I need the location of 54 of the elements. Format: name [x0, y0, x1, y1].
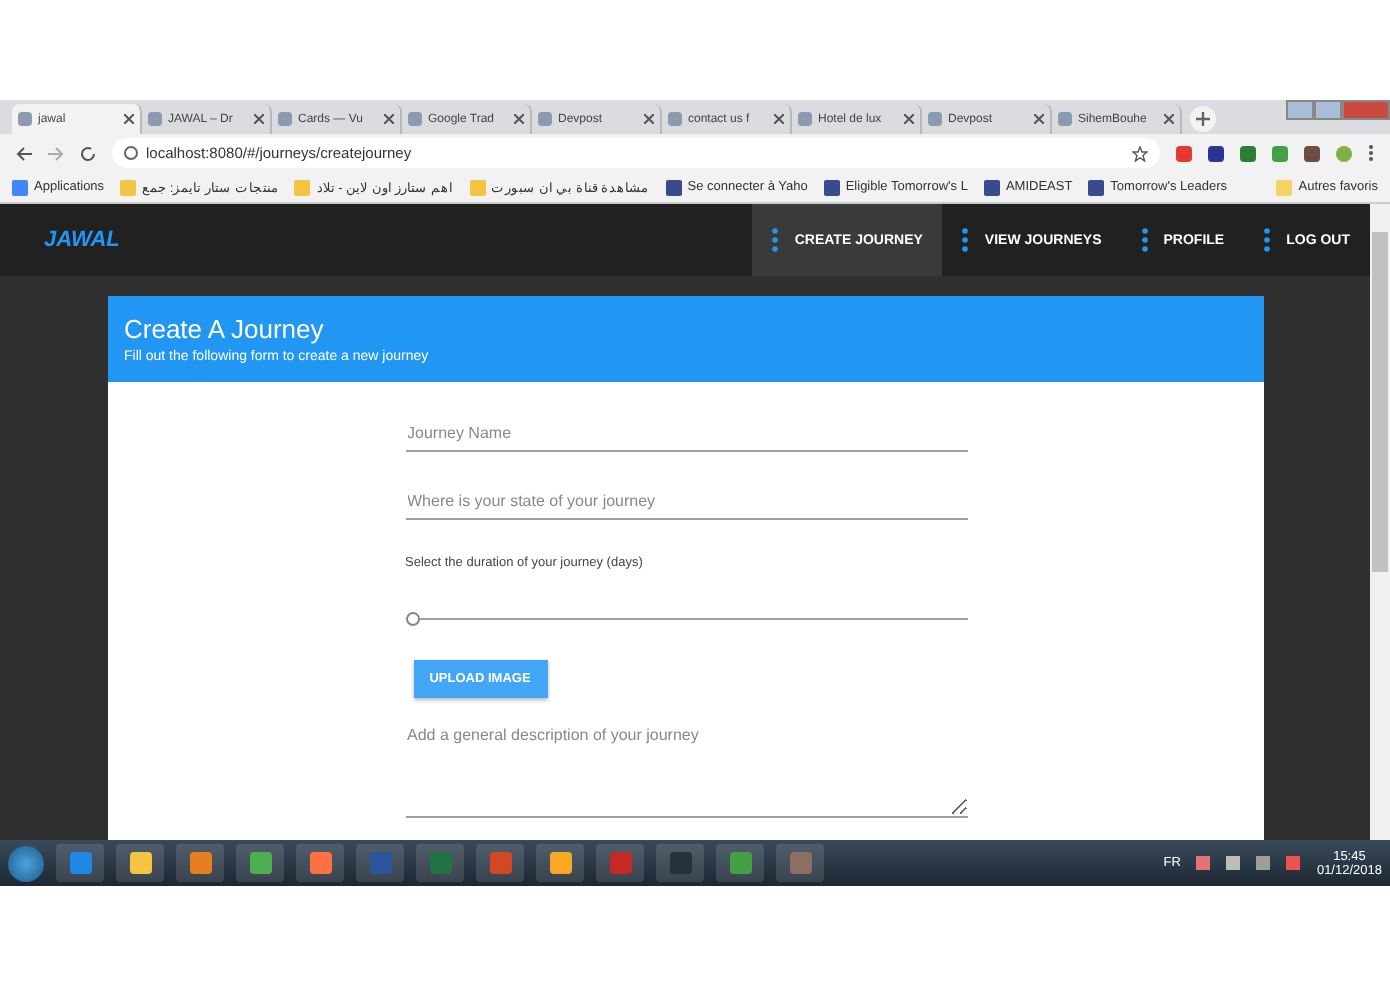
dots-icon: [1264, 228, 1271, 252]
bookmark-icon: [823, 179, 840, 195]
taskbar-app-icon[interactable]: [536, 844, 584, 882]
bookmark-icon: [469, 179, 485, 195]
form-title: Create A Journey: [124, 314, 326, 344]
favicon-icon: [408, 112, 422, 126]
info-icon: [124, 146, 138, 160]
star-icon[interactable]: [1132, 145, 1148, 161]
favicon-icon: [148, 112, 162, 126]
close-icon[interactable]: [904, 114, 914, 124]
start-button[interactable]: [8, 845, 44, 881]
bookmark-icon: [1088, 179, 1105, 195]
new-tab-button[interactable]: [1190, 106, 1216, 132]
close-icon[interactable]: [644, 114, 654, 124]
favicon-icon: [668, 112, 682, 126]
plus-icon: [1196, 112, 1210, 126]
back-icon[interactable]: [16, 145, 32, 161]
duration-slider[interactable]: [405, 612, 967, 626]
taskbar-app-icon[interactable]: [296, 844, 344, 882]
taskbar-app-icon[interactable]: [716, 844, 764, 882]
bookmark-icon: [983, 179, 1000, 195]
dots-icon: [962, 228, 969, 252]
dots-icon: [1141, 228, 1148, 252]
folder-icon: [1276, 179, 1293, 195]
close-icon[interactable]: [254, 114, 264, 124]
reload-icon[interactable]: [80, 145, 96, 161]
tray-icon[interactable]: [1226, 856, 1241, 870]
favicon-icon: [278, 112, 292, 126]
bookmark-icon: [120, 179, 137, 195]
favicon-icon: [798, 112, 812, 126]
taskbar-app-icon[interactable]: [236, 844, 284, 882]
close-icon[interactable]: [514, 114, 524, 124]
avatar-icon[interactable]: [1336, 145, 1352, 161]
bookmark-icon: [294, 179, 311, 195]
close-icon[interactable]: [124, 114, 134, 124]
scrollbar-thumb[interactable]: [1372, 232, 1388, 572]
close-icon[interactable]: [1034, 114, 1044, 124]
favicon-icon: [18, 112, 32, 126]
favicon-icon: [928, 112, 942, 126]
close-icon[interactable]: [384, 114, 394, 124]
app-logo: JAWAL: [44, 228, 120, 252]
close-icon[interactable]: [774, 114, 784, 124]
apps-icon: [12, 179, 28, 195]
favicon-icon: [1058, 112, 1072, 126]
close-icon[interactable]: [1164, 114, 1174, 124]
more-icon[interactable]: [1368, 144, 1374, 162]
dots-icon: [772, 228, 779, 252]
taskbar-app-icon[interactable]: [176, 844, 224, 882]
favicon-icon: [538, 112, 552, 126]
taskbar-app-icon[interactable]: [56, 844, 104, 882]
bookmark-icon: [665, 179, 682, 195]
description-field[interactable]: Add a general description of your journey: [405, 722, 967, 818]
taskbar-app-icon[interactable]: [116, 844, 164, 882]
slider-thumb[interactable]: [405, 612, 419, 626]
